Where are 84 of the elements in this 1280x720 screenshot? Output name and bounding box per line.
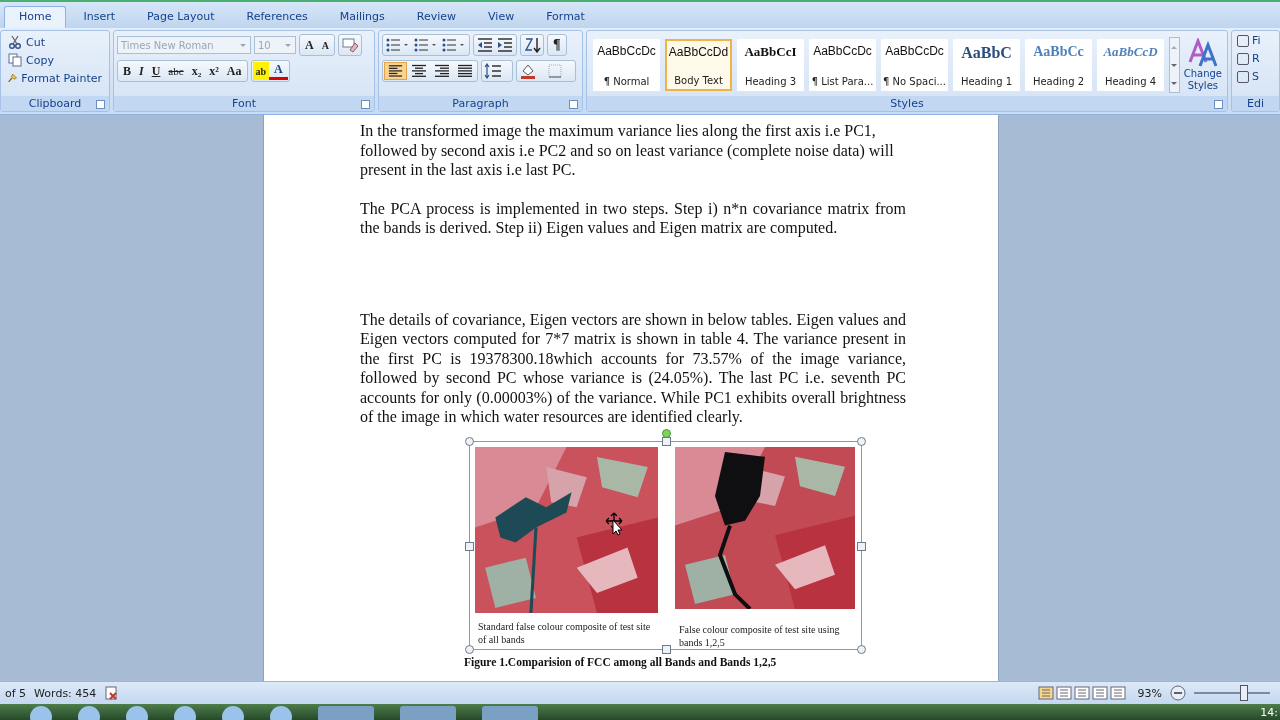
view-mode-icon[interactable]: [1091, 686, 1108, 700]
style-tile[interactable]: AaBbCcD Heading 4: [1097, 39, 1164, 91]
style-tile[interactable]: AaBbCcDc ¶ No Spaci...: [881, 39, 948, 91]
paragraph: The details of covariance, Eigen vectors are shown in below tables. Eigen values and Eigen vectors computed for 7*7 matrix is shown in table 4. The variance present in the first PC is 19378300.18which accounts for 73.57% of the image variance, followed by second PC whose variance is (24.05%). The last PC i.e. seventh PC accounts for only (0.00003%) of the variance. While PC1 exhibits overall brightness of the image in which water resources are identified clearly.: [360, 309, 906, 427]
clipboard-button[interactable]: Format Painter: [4, 70, 106, 86]
style-tile[interactable]: AaBbCcDc ¶ Normal: [593, 39, 660, 91]
bullet-list-icon[interactable]: [385, 37, 411, 53]
clock: 14:: [1260, 705, 1279, 719]
resize-handle[interactable]: [662, 436, 671, 446]
paragraph: The PCA process is implemented in two steps. Step i) n*n covariance matrix from the bands is derived. Step ii) Eigen values and Eigen matrix are computed.: [360, 198, 906, 238]
zoom-out-button[interactable]: [1170, 685, 1186, 701]
style-tile[interactable]: AaBbCcI Heading 3: [737, 39, 804, 91]
format-button[interactable]: I: [135, 62, 148, 80]
dialog-launcher-icon[interactable]: [96, 100, 105, 109]
paintbrush-icon: [8, 71, 18, 85]
resize-handle[interactable]: [857, 436, 866, 446]
clipboard-button[interactable]: Copy: [4, 52, 106, 68]
highlight-button[interactable]: ab: [252, 62, 270, 80]
style-tile[interactable]: AaBbCcDd Body Text: [665, 39, 732, 91]
word-count: Words: 454: [34, 686, 97, 700]
numbered-list-icon[interactable]: [413, 37, 439, 53]
format-button[interactable]: abc: [164, 62, 188, 80]
font-size-button[interactable]: A: [317, 36, 333, 54]
eraser-icon[interactable]: [340, 37, 359, 53]
group-label: Clipboard: [28, 97, 82, 110]
ribbon-tab[interactable]: Insert: [68, 6, 131, 28]
ribbon-tab[interactable]: References: [231, 6, 323, 28]
gallery-scrollbar[interactable]: [1169, 37, 1180, 93]
resize-handle[interactable]: [857, 541, 866, 551]
resize-handle[interactable]: [465, 436, 474, 446]
resize-handle[interactable]: [857, 644, 866, 654]
format-button[interactable]: Aa: [222, 62, 246, 80]
view-mode-icon[interactable]: [1073, 686, 1090, 700]
font-size-button[interactable]: A: [301, 36, 318, 54]
group-label: Paragraph: [452, 97, 509, 110]
view-mode-icon[interactable]: [1037, 686, 1054, 700]
zoom-level: 93%: [1137, 686, 1162, 700]
image-caption: Standard false colour composite of test site of all bands: [478, 619, 652, 646]
dialog-launcher-icon[interactable]: [1214, 100, 1223, 109]
editing-button[interactable]: Fi: [1235, 34, 1276, 47]
scissors-icon: [8, 35, 22, 49]
dialog-launcher-icon[interactable]: [361, 100, 370, 109]
style-tile[interactable]: AaBbCc Heading 2: [1025, 39, 1092, 91]
group-label: Styles: [890, 97, 924, 110]
ribbon-tab[interactable]: Format: [531, 6, 600, 28]
ribbon-tab[interactable]: Review: [401, 6, 472, 28]
view-mode-icon[interactable]: [1109, 686, 1126, 700]
style-tile[interactable]: AaBbC Heading 1: [953, 39, 1020, 91]
style-tile[interactable]: AaBbCcDc ¶ List Para...: [809, 39, 876, 91]
ribbon-tab[interactable]: View: [473, 6, 530, 28]
copy-icon: [8, 53, 22, 67]
align-button[interactable]: [384, 62, 407, 80]
ribbon-tab[interactable]: Page Layout: [132, 6, 230, 28]
group-label: Font: [232, 97, 256, 110]
view-mode-icon[interactable]: [1055, 686, 1072, 700]
move-cursor-icon: [605, 511, 625, 536]
indent-icon[interactable]: [496, 37, 514, 53]
format-button[interactable]: U: [147, 62, 165, 80]
zoom-slider-thumb[interactable]: [1240, 685, 1249, 701]
format-button[interactable]: x²: [205, 62, 223, 80]
resize-handle[interactable]: [465, 644, 474, 654]
ribbon-tab[interactable]: Mailings: [324, 6, 400, 28]
sort-icon[interactable]: [523, 37, 541, 53]
font-color-button[interactable]: A: [269, 62, 288, 80]
resize-handle[interactable]: [465, 541, 474, 551]
rotate-handle[interactable]: [662, 428, 671, 438]
format-button[interactable]: x₂: [187, 62, 206, 80]
ribbon-tab[interactable]: Home: [4, 6, 67, 28]
indent-icon[interactable]: [476, 37, 494, 53]
figure-title: Figure 1.Comparision of FCC among all Bands and Bands 1,2,5: [464, 655, 778, 668]
resize-handle[interactable]: [662, 644, 671, 654]
paragraph: In the transformed image the maximum variance lies along the first axis i.e PC1, followed by second axis i.e PC2 and so on least variance (complete noise data) will present in the last axis i.e last PC.: [360, 121, 895, 180]
image-caption: False colour composite of test site using bands 1,2,5: [679, 622, 841, 649]
clipboard-button[interactable]: Cut: [4, 34, 106, 50]
format-button[interactable]: B: [119, 62, 135, 80]
change-styles-button[interactable]: Change Styles: [1181, 36, 1224, 94]
dialog-launcher-icon[interactable]: [569, 100, 578, 109]
group-label: Edi: [1247, 97, 1264, 110]
editing-button[interactable]: R: [1235, 52, 1276, 65]
show-formatting-button[interactable]: ¶: [549, 36, 565, 54]
page-count: of 5: [5, 686, 27, 700]
editing-button[interactable]: S: [1235, 70, 1276, 83]
letters-icon: [1187, 38, 1218, 68]
multilevel-list-icon[interactable]: [441, 37, 467, 53]
